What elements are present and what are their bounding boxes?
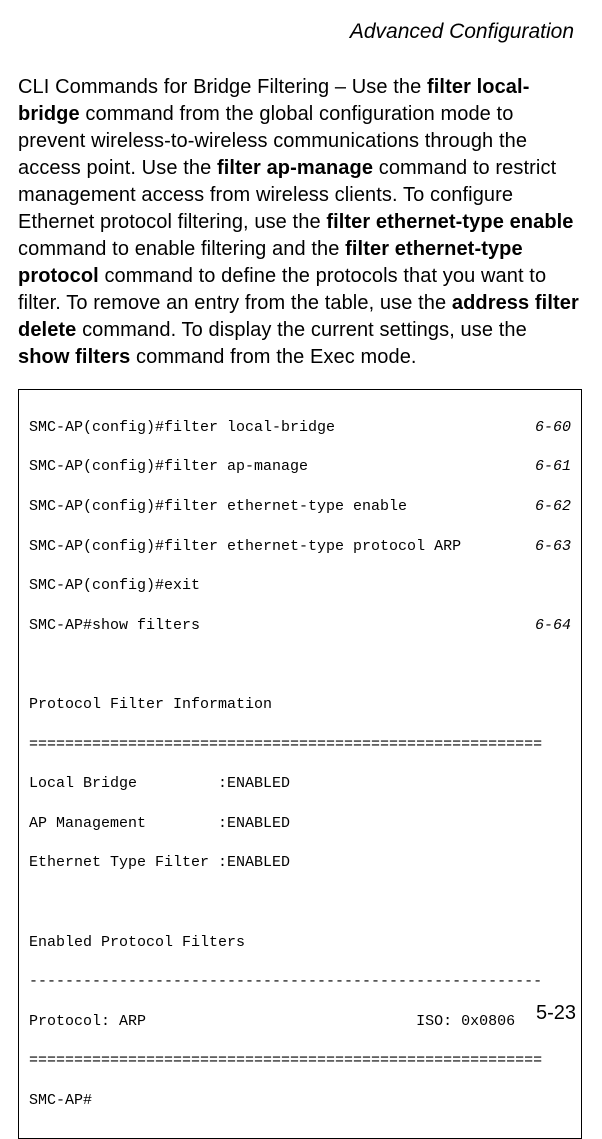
cli-line: SMC-AP(config)#filter ethernet-type prot… xyxy=(29,537,571,557)
cli-line: ========================================… xyxy=(29,735,571,755)
cli-line: SMC-AP# xyxy=(29,1091,571,1111)
cli-line: AP Management :ENABLED xyxy=(29,814,571,834)
cli-line: Protocol: ARP ISO: 0x0806 xyxy=(29,1012,571,1032)
para-b2: filter ap-manage xyxy=(217,157,373,179)
cli-ref: 6-61 xyxy=(535,457,571,477)
cli-cmd: SMC-AP(config)#filter ethernet-type prot… xyxy=(29,537,461,557)
cli-ref: 6-64 xyxy=(535,616,571,636)
cli-ref: 6-63 xyxy=(535,537,571,557)
header-title: Advanced Configuration xyxy=(350,20,574,43)
cli-line: SMC-AP(config)#filter local-bridge 6-60 xyxy=(29,418,571,438)
cli-cmd: SMC-AP(config)#filter ap-manage xyxy=(29,457,308,477)
para-t6: command. To display the current settings… xyxy=(76,319,526,341)
para-t4: command to enable filtering and the xyxy=(18,238,345,260)
cli-line: Ethernet Type Filter :ENABLED xyxy=(29,853,571,873)
cli-line: Enabled Protocol Filters xyxy=(29,933,571,953)
cli-line: ----------------------------------------… xyxy=(29,972,571,992)
para-b6: show filters xyxy=(18,346,130,368)
cli-line: SMC-AP#show filters 6-64 xyxy=(29,616,571,636)
cli-blank xyxy=(29,893,571,913)
page-number: 5-23 xyxy=(536,1002,576,1025)
page-header: Advanced Configuration xyxy=(18,20,574,44)
cli-blank xyxy=(29,655,571,675)
cli-cmd: SMC-AP#show filters xyxy=(29,616,200,636)
para-b3: filter ethernet-type enable xyxy=(326,211,573,233)
cli-cmd: SMC-AP(config)#filter local-bridge xyxy=(29,418,335,438)
cli-line: SMC-AP(config)#filter ethernet-type enab… xyxy=(29,497,571,517)
cli-line: ========================================… xyxy=(29,1051,571,1071)
cli-cmd: SMC-AP(config)#filter ethernet-type enab… xyxy=(29,497,407,517)
para-t7: command from the Exec mode. xyxy=(130,346,416,368)
cli-line: Protocol Filter Information xyxy=(29,695,571,715)
cli-line: SMC-AP(config)#exit xyxy=(29,576,571,596)
cli-line: SMC-AP(config)#filter ap-manage 6-61 xyxy=(29,457,571,477)
body-paragraph: CLI Commands for Bridge Filtering – Use … xyxy=(18,74,582,371)
cli-ref: 6-60 xyxy=(535,418,571,438)
cli-output-box: SMC-AP(config)#filter local-bridge 6-60 S… xyxy=(18,389,582,1139)
cli-ref: 6-62 xyxy=(535,497,571,517)
para-t1: CLI Commands for Bridge Filtering – Use … xyxy=(18,76,427,98)
cli-line: Local Bridge :ENABLED xyxy=(29,774,571,794)
